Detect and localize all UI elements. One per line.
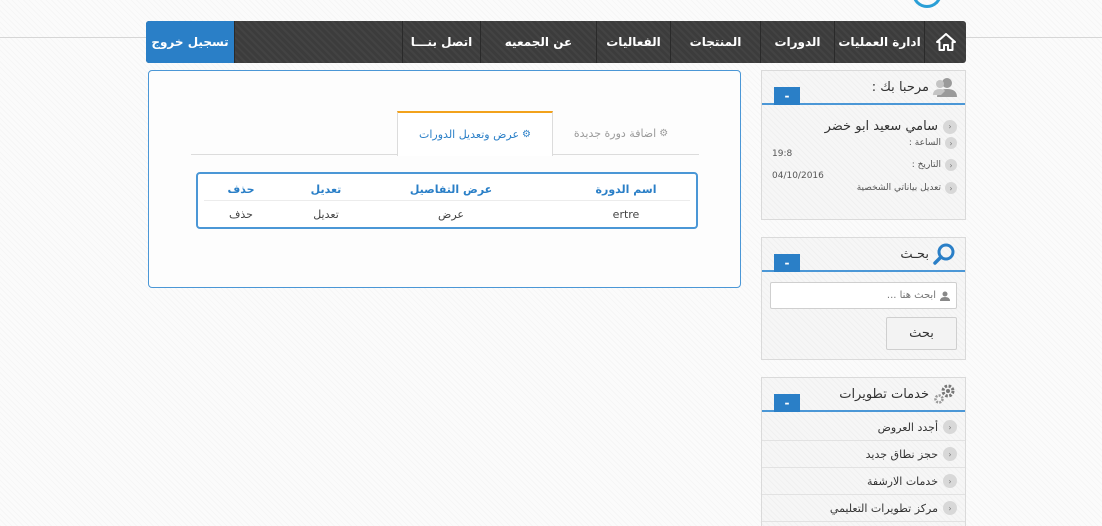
header-edit: تعديل <box>310 182 342 196</box>
user-name-row: ‹ سامي سعيد ابو خضر <box>770 119 957 134</box>
time-value: 19:8 <box>772 149 793 159</box>
nav-item-contact[interactable]: اتصل بنـــا <box>402 21 480 63</box>
services-box: خدمات تطويرات - ‹ أجدد العروض ‹ حجز نطاق… <box>761 377 966 526</box>
welcome-title: مرحبا بك : <box>871 79 929 95</box>
date-row: ‹ التاريخ : <box>770 159 957 171</box>
service-item-education-center[interactable]: ‹ مركز تطويرات التعليمي <box>762 495 965 522</box>
services-collapse-button[interactable]: - <box>774 394 800 412</box>
service-item-latest-offers[interactable]: ‹ أجدد العروض <box>762 414 965 441</box>
service-label: مركز تطويرات التعليمي <box>829 501 938 515</box>
nav-item-events[interactable]: الفعاليات <box>596 21 670 63</box>
search-collapse-button[interactable]: - <box>774 254 800 272</box>
tab-label: عرض وتعديل الدورات <box>419 128 520 141</box>
logout-button[interactable]: تسجيل خروج <box>146 21 234 63</box>
table-row: ertre عرض تعديل حذف <box>198 200 696 226</box>
search-box: بحـث - بحث <box>761 237 966 360</box>
search-form: بحث <box>762 272 965 350</box>
edit-course-link[interactable]: تعديل <box>296 208 356 221</box>
chevron-icon: ‹ <box>945 182 957 194</box>
tab-label: اضافة دورة جديدة <box>573 126 657 140</box>
courses-panel: ⚙ اضافة دورة جديدة ⚙ عرض وتعديل الدورات … <box>148 70 741 288</box>
person-icon <box>940 291 950 301</box>
service-label: حجز نطاق جديد <box>865 447 938 461</box>
nav-spacer <box>234 21 402 63</box>
welcome-collapse-button[interactable]: - <box>774 87 800 105</box>
services-title: خدمات تطويرات <box>839 386 929 402</box>
service-item-archiving[interactable]: ‹ خدمات الارشفة <box>762 468 965 495</box>
header-delete: حذف <box>227 182 255 196</box>
delete-course-link[interactable]: حذف <box>216 208 266 221</box>
edit-profile-link[interactable]: ‹ تعديل بياناتي الشخصية <box>770 182 957 194</box>
chevron-icon: ‹ <box>945 137 957 149</box>
user-icon <box>933 78 957 97</box>
gear-icon: ⚙ <box>659 127 669 139</box>
search-button[interactable]: بحث <box>886 317 957 350</box>
date-label: التاريخ : <box>911 160 941 170</box>
search-icon <box>933 243 955 265</box>
service-label: خدمات الارشفة <box>867 474 938 488</box>
welcome-box-header: مرحبا بك : - <box>762 71 965 105</box>
view-details-link[interactable]: عرض <box>396 208 506 221</box>
chevron-icon: ‹ <box>943 501 957 515</box>
gears-icon <box>934 384 955 404</box>
logo <box>912 0 942 8</box>
nav-item-about[interactable]: عن الجمعيه <box>480 21 596 63</box>
header-details: عرض التفاصيل <box>409 182 493 196</box>
user-name: سامي سعيد ابو خضر <box>824 119 938 134</box>
services-box-header: خدمات تطويرات - <box>762 378 965 412</box>
cell-course-name: ertre <box>612 207 640 221</box>
header-course-name: اسم الدورة <box>595 182 657 196</box>
main-navbar: ادارة العمليات الدورات المنتجات الفعاليا… <box>146 21 966 63</box>
nav-item-products[interactable]: المنتجات <box>670 21 760 63</box>
welcome-box: مرحبا بك : - ‹ سامي سعيد ابو خضر ‹ الساع… <box>761 70 966 220</box>
nav-item-operations[interactable]: ادارة العمليات <box>834 21 924 63</box>
date-value: 04/10/2016 <box>772 171 824 181</box>
search-field[interactable] <box>770 282 957 309</box>
tab-view-edit-courses[interactable]: ⚙ عرض وتعديل الدورات <box>397 111 553 156</box>
gear-icon: ⚙ <box>522 129 531 140</box>
search-title: بحـث <box>900 246 929 262</box>
home-button[interactable] <box>924 21 966 63</box>
tab-add-course[interactable]: ⚙ اضافة دورة جديدة <box>543 111 699 155</box>
search-box-header: بحـث - <box>762 238 965 272</box>
search-input[interactable] <box>786 290 936 301</box>
edit-profile-label: تعديل بياناتي الشخصية <box>856 183 941 193</box>
courses-table: اسم الدورة عرض التفاصيل تعديل حذف ertre … <box>196 172 698 229</box>
chevron-icon: ‹ <box>945 159 957 171</box>
course-tabs: ⚙ اضافة دورة جديدة ⚙ عرض وتعديل الدورات <box>191 111 699 156</box>
service-item-domain[interactable]: ‹ حجز نطاق جديد <box>762 441 965 468</box>
time-label: الساعة : <box>908 138 941 148</box>
chevron-icon: ‹ <box>943 447 957 461</box>
service-label: أجدد العروض <box>877 420 938 434</box>
time-row: ‹ الساعة : <box>770 137 957 149</box>
table-header-row: اسم الدورة عرض التفاصيل تعديل حذف <box>198 177 696 201</box>
home-icon <box>935 33 956 51</box>
nav-item-courses[interactable]: الدورات <box>760 21 834 63</box>
chevron-icon: ‹ <box>943 474 957 488</box>
welcome-body: ‹ سامي سعيد ابو خضر ‹ الساعة : 19:8 ‹ ال… <box>762 105 965 194</box>
chevron-icon: ‹ <box>943 119 957 134</box>
chevron-icon: ‹ <box>943 420 957 434</box>
services-list: ‹ أجدد العروض ‹ حجز نطاق جديد ‹ خدمات ال… <box>762 412 965 522</box>
